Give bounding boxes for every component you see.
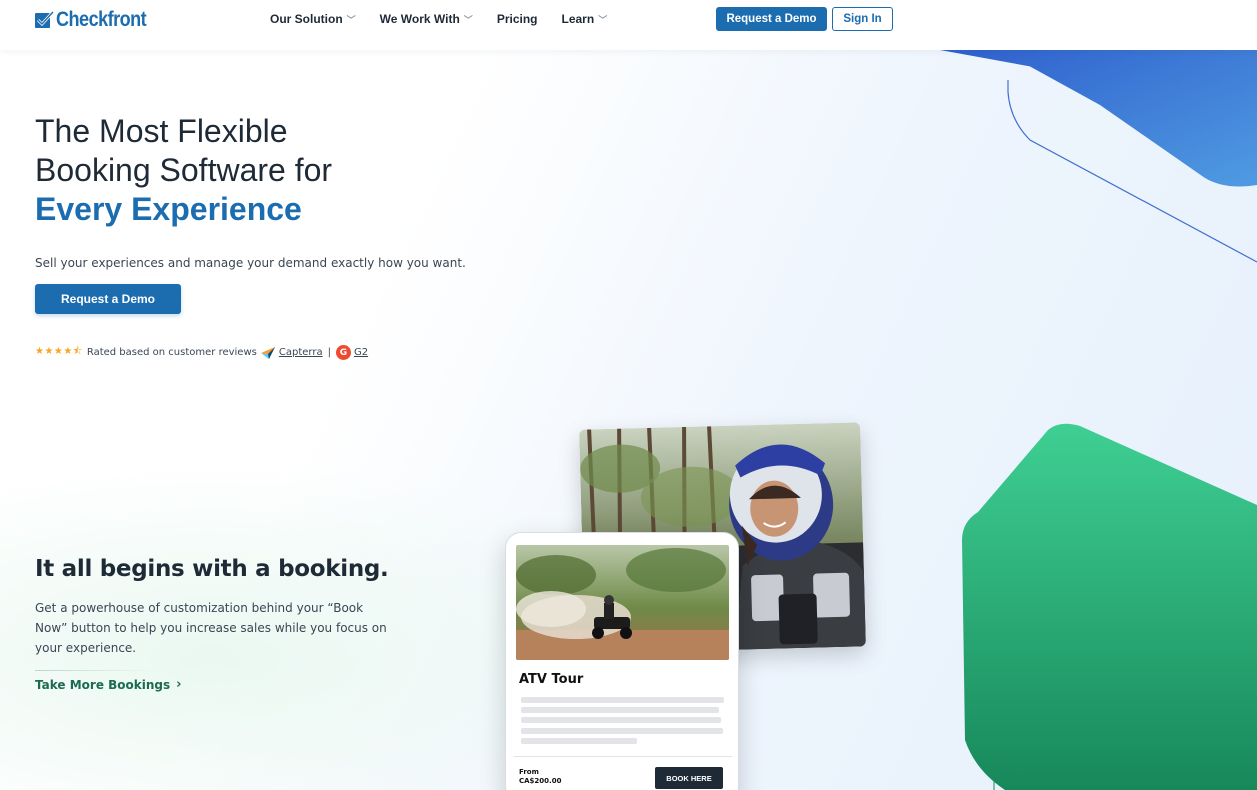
nav-item-learn[interactable]: Learn ﹀	[562, 12, 608, 26]
top-navigation-bar: Checkfront Our Solution ﹀ We Work With ﹀ P…	[0, 0, 1257, 50]
take-more-bookings-link[interactable]: Take More Bookings ›	[35, 677, 182, 692]
price-block: From CA$200.00	[519, 768, 562, 785]
book-here-button[interactable]: BOOK HERE	[655, 767, 723, 789]
capterra-link[interactable]: Capterra	[279, 347, 323, 358]
nav-item-our-solution[interactable]: Our Solution ﹀	[270, 12, 356, 26]
request-demo-nav-button[interactable]: Request a Demo	[716, 7, 827, 31]
capterra-icon	[260, 346, 275, 359]
chevron-down-icon: ﹀	[598, 14, 608, 25]
atv-tour-photo	[516, 545, 729, 660]
request-demo-hero-button[interactable]: Request a Demo	[35, 284, 181, 314]
divider	[514, 756, 732, 757]
sign-in-button[interactable]: Sign In	[832, 7, 893, 31]
chevron-right-icon: ›	[176, 677, 182, 692]
logo-text: Checkfront	[56, 8, 147, 31]
booking-widget-preview: ATV Tour From CA$200.00 BOOK HERE	[505, 532, 739, 790]
checkfront-logo[interactable]: Checkfront	[34, 8, 161, 32]
divider	[35, 670, 155, 671]
nav-item-pricing[interactable]: Pricing	[497, 12, 538, 26]
placeholder-line	[521, 707, 719, 713]
checkbox-logo-icon	[35, 11, 54, 28]
placeholder-line	[521, 728, 723, 734]
nav-item-we-work-with[interactable]: We Work With ﹀	[380, 12, 473, 26]
tour-title: ATV Tour	[519, 672, 584, 687]
chevron-down-icon: ﹀	[463, 14, 473, 25]
placeholder-line	[521, 738, 637, 744]
placeholder-line	[521, 697, 724, 703]
g2-link[interactable]: G2	[354, 347, 368, 358]
main-nav: Our Solution ﹀ We Work With ﹀ Pricing Lear…	[270, 12, 631, 26]
booking-section-body: Get a powerhouse of customization behind…	[35, 601, 387, 655]
price-value: CA$200.00	[519, 777, 562, 785]
g2-logo-icon: G	[335, 345, 351, 360]
hero-title: The Most Flexible Booking Software for E…	[35, 112, 435, 229]
hero-title-highlight: Every Experience	[35, 191, 302, 227]
booking-section-title: It all begins with a booking.	[35, 556, 389, 582]
hero-subtitle: Sell your experiences and manage your de…	[35, 256, 466, 270]
star-rating-icon: ★★★★⯪	[35, 346, 83, 357]
atv-illustration	[516, 545, 729, 660]
placeholder-line	[521, 717, 721, 723]
chevron-down-icon: ﹀	[346, 14, 356, 25]
review-rating: ★★★★⯪ Rated based on customer reviews Ca…	[35, 344, 368, 361]
